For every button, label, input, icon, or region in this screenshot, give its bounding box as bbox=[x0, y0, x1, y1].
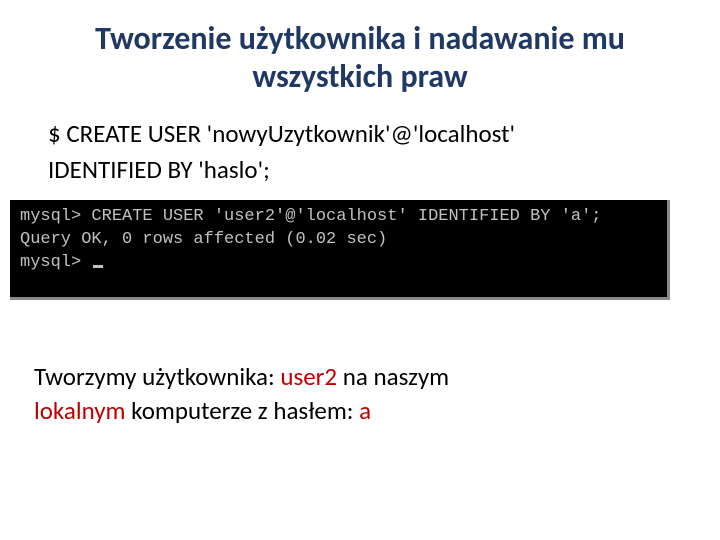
sql-statement-line-1: $ CREATE USER 'nowyUzytkownik'@'localhos… bbox=[0, 117, 720, 151]
terminal-line-4: mysql> bbox=[20, 252, 657, 275]
terminal: mysql> CREATE USER 'user2'@'localhost' I… bbox=[10, 200, 670, 300]
desc-part3: komputerze z hasłem: bbox=[126, 395, 360, 426]
desc-part2: na naszym bbox=[337, 361, 449, 392]
description-text: Tworzymy użytkownika: user2 na naszym lo… bbox=[0, 360, 720, 428]
sql-statement-line-2: IDENTIFIED BY 'haslo'; bbox=[0, 153, 720, 187]
slide-title: Tworzenie użytkownika i nadawanie mu wsz… bbox=[0, 20, 720, 97]
desc-pass: a bbox=[359, 395, 371, 426]
terminal-cursor bbox=[93, 265, 103, 268]
desc-local: lokalnym bbox=[34, 395, 126, 426]
slide: Tworzenie użytkownika i nadawanie mu wsz… bbox=[0, 0, 720, 540]
desc-part1: Tworzymy użytkownika: bbox=[34, 361, 280, 392]
desc-user: user2 bbox=[280, 361, 337, 392]
terminal-line-1: mysql> CREATE USER 'user2'@'localhost' I… bbox=[20, 206, 657, 229]
terminal-screenshot: mysql> CREATE USER 'user2'@'localhost' I… bbox=[0, 200, 720, 300]
terminal-line-2: Query OK, 0 rows affected (0.02 sec) bbox=[20, 229, 657, 252]
terminal-prompt: mysql> bbox=[20, 253, 91, 272]
